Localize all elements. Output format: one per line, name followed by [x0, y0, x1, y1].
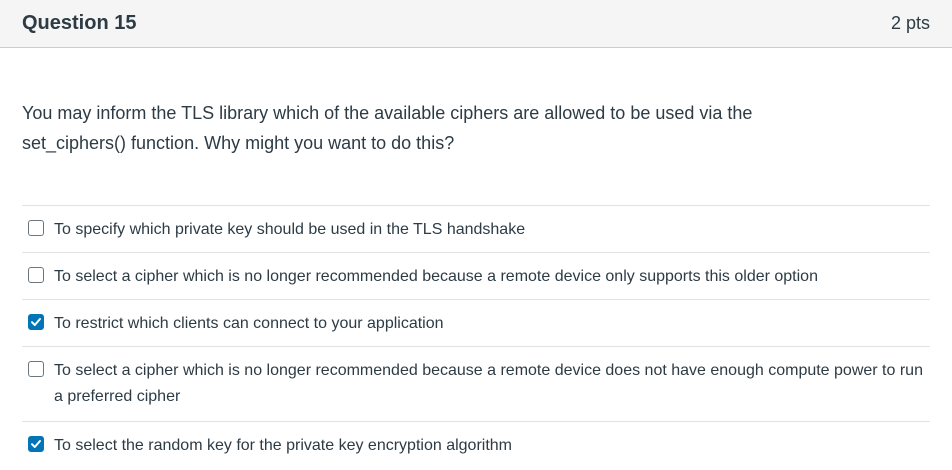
- answer-option-3[interactable]: To restrict which clients can connect to…: [22, 299, 930, 346]
- answer-option-4[interactable]: To select a cipher which is no longer re…: [22, 346, 930, 421]
- answer-option-1[interactable]: To specify which private key should be u…: [22, 205, 930, 252]
- checkbox-icon[interactable]: [28, 314, 44, 330]
- checkbox-icon[interactable]: [28, 361, 44, 377]
- checkbox-icon[interactable]: [28, 267, 44, 283]
- answer-label: To select a cipher which is no longer re…: [54, 268, 818, 285]
- question-text: You may inform the TLS library which of …: [22, 103, 753, 153]
- answer-label: To restrict which clients can connect to…: [54, 315, 444, 332]
- answer-list: To specify which private key should be u…: [22, 205, 930, 468]
- answer-label: To specify which private key should be u…: [54, 221, 526, 238]
- checkbox-icon[interactable]: [28, 220, 44, 236]
- checkbox-icon[interactable]: [28, 436, 44, 452]
- answer-option-2[interactable]: To select a cipher which is no longer re…: [22, 252, 930, 299]
- question-card: Question 15 2 pts You may inform the TLS…: [0, 0, 952, 470]
- question-title: Question 15: [22, 12, 137, 34]
- answer-label: To select the random key for the private…: [54, 437, 512, 454]
- question-points: 2 pts: [890, 13, 930, 33]
- answer-label: To select a cipher which is no longer re…: [54, 362, 923, 405]
- question-header: Question 15 2 pts: [0, 0, 952, 48]
- answer-option-5[interactable]: To select the random key for the private…: [22, 421, 930, 468]
